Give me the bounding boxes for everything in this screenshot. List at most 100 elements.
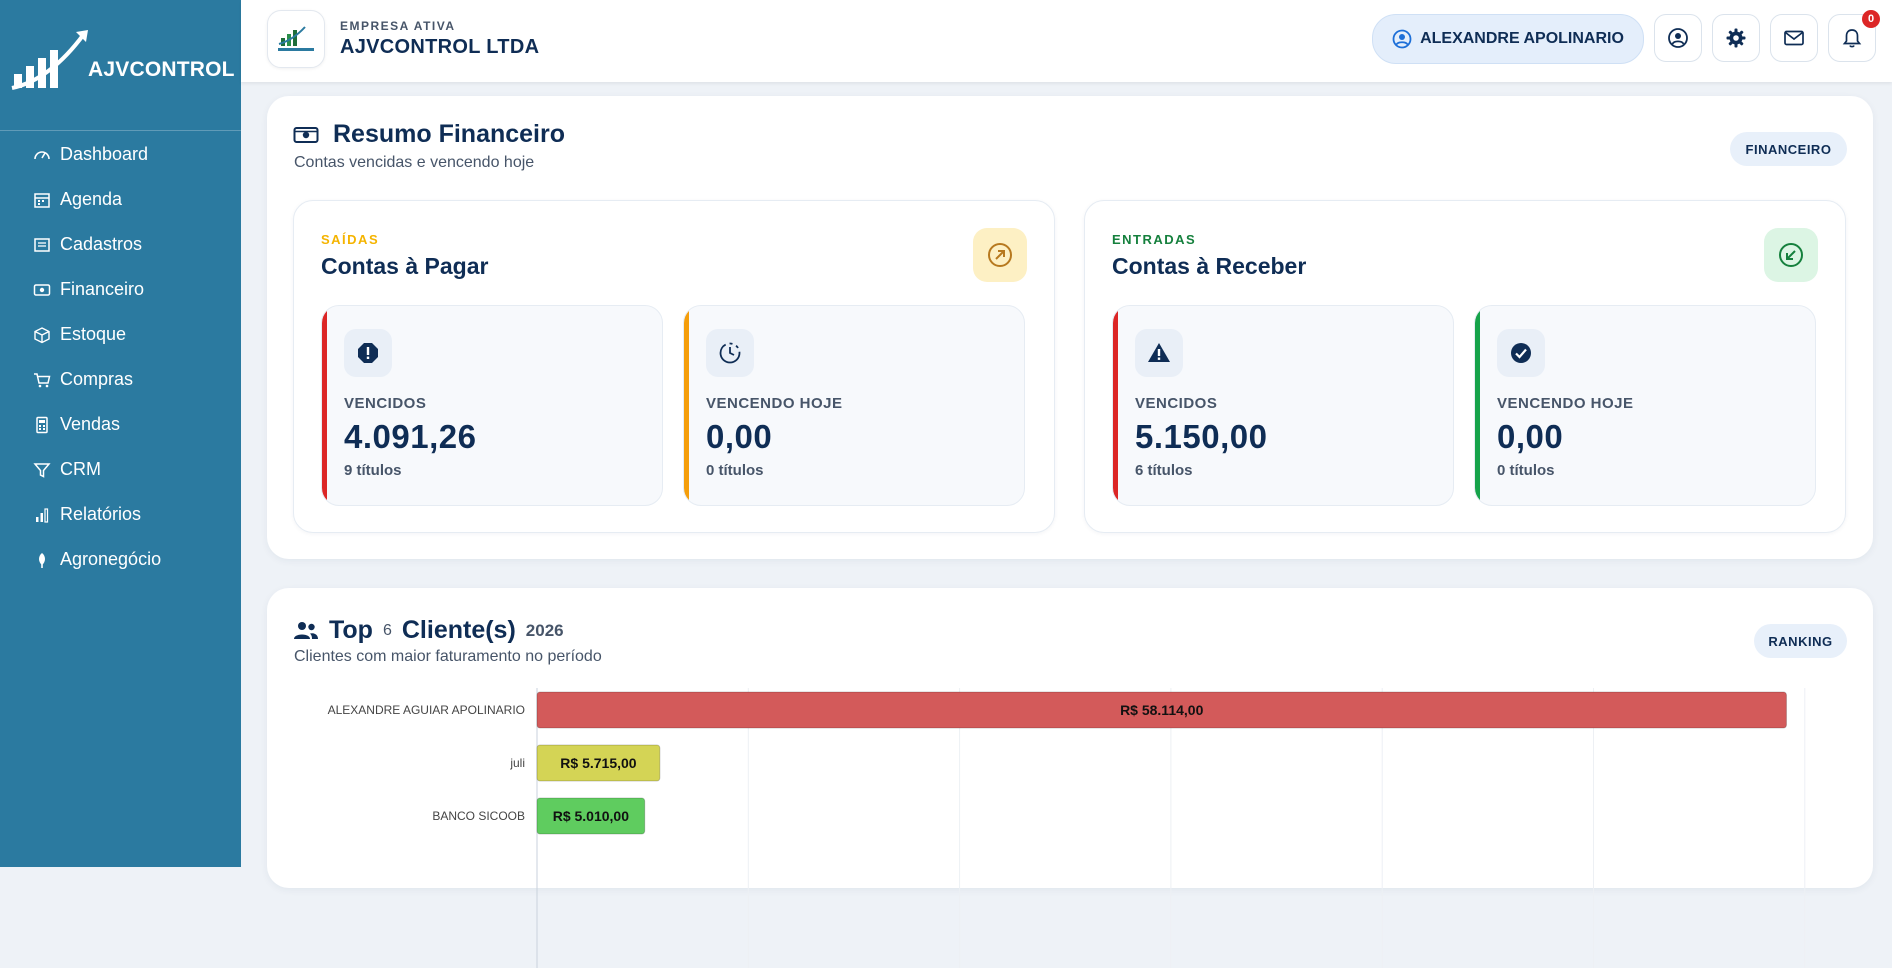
stat-value: 5.150,00 — [1135, 418, 1268, 455]
sidebar-item-financeiro[interactable]: Financeiro — [0, 267, 241, 312]
mail-icon — [1784, 30, 1804, 46]
payables-panel: SAÍDAS Contas à Pagar VENCIDOS 4.091,26 … — [293, 200, 1055, 533]
sidebar-item-label: Relatórios — [60, 504, 142, 524]
users-icon — [294, 621, 318, 639]
ranking-title-suffix: Cliente(s) — [401, 616, 516, 644]
stat-label: VENCENDO HOJE — [706, 395, 843, 412]
financial-title: Resumo Financeiro — [293, 120, 565, 149]
sidebar-item-dashboard[interactable]: Dashboard — [0, 132, 241, 177]
alert-octagon-icon — [358, 343, 378, 363]
user-circle-icon — [1392, 29, 1412, 49]
sidebar-item-agenda[interactable]: Agenda — [0, 177, 241, 222]
ranking-year: 2026 — [525, 620, 564, 640]
bar-chart-icon — [32, 506, 52, 524]
sidebar: AJVCONTROL Dashboard Agenda Cadastros Fi… — [0, 0, 241, 867]
chart-category-label: BANCO SICOOB — [432, 809, 525, 823]
check-circle-icon — [1511, 343, 1531, 363]
plant-icon — [32, 551, 52, 569]
brand-name: AJVCONTROL — [88, 58, 235, 81]
ranking-tag: RANKING — [1754, 624, 1847, 658]
top-clients-chart: ALEXANDRE AGUIAR APOLINARIO R$ 58.114,00 j… — [328, 688, 1806, 968]
sidebar-item-label: Agronegócio — [60, 549, 162, 569]
bell-icon — [1842, 29, 1862, 48]
messages-button[interactable] — [1770, 14, 1818, 62]
overdue-indicator — [1113, 306, 1118, 505]
clock-icon — [719, 342, 741, 364]
list-icon — [32, 236, 52, 254]
sidebar-item-label: Agenda — [60, 189, 123, 209]
overdue-icon-box — [1135, 329, 1183, 377]
company-name: AJVCONTROL LTDA — [340, 36, 540, 58]
due-today-indicator — [1475, 306, 1480, 505]
cart-icon — [32, 371, 52, 389]
sidebar-item-label: Vendas — [60, 414, 121, 434]
notifications-button[interactable]: 0 — [1828, 10, 1880, 62]
payables-title: Contas à Pagar — [321, 253, 489, 279]
company-logo-icon — [278, 26, 314, 51]
receivables-panel: ENTRADAS Contas à Receber VENCIDOS 5.150… — [1084, 200, 1846, 533]
stat-label: VENCIDOS — [1135, 395, 1218, 412]
overdue-indicator — [322, 306, 327, 505]
payables-due-today-stat[interactable]: VENCENDO HOJE 0,00 0 títulos — [683, 305, 1025, 506]
financial-tag: FINANCEIRO — [1730, 132, 1847, 166]
stat-value: 0,00 — [706, 418, 773, 455]
chart-category-label: ALEXANDRE AGUIAR APOLINARIO — [328, 703, 525, 717]
sidebar-item-label: Financeiro — [60, 279, 145, 299]
sidebar-item-estoque[interactable]: Estoque — [0, 312, 241, 357]
stat-count: 6 títulos — [1135, 462, 1193, 479]
sidebar-logo[interactable]: AJVCONTROL — [0, 0, 241, 131]
financial-summary-card: Resumo Financeiro Contas vencidas e venc… — [267, 96, 1873, 559]
sidebar-item-label: Compras — [60, 369, 134, 389]
brand-logo-icon — [11, 30, 88, 90]
payables-overdue-stat[interactable]: VENCIDOS 4.091,26 9 títulos — [321, 305, 663, 506]
due-today-icon-box — [1497, 329, 1545, 377]
receivables-overdue-stat[interactable]: VENCIDOS 5.150,00 6 títulos — [1112, 305, 1454, 506]
chart-value-label: R$ 5.715,00 — [560, 755, 636, 771]
sidebar-item-vendas[interactable]: Vendas — [0, 402, 241, 447]
stat-count: 0 títulos — [1497, 462, 1555, 479]
payables-icon-box — [973, 228, 1027, 282]
sidebar-item-crm[interactable]: CRM — [0, 447, 241, 492]
stat-count: 0 títulos — [706, 462, 764, 479]
receivables-icon-box — [1764, 228, 1818, 282]
financial-title-text: Resumo Financeiro — [333, 120, 565, 148]
user-name: ALEXANDRE APOLINARIO — [1420, 30, 1624, 47]
sidebar-nav: Dashboard Agenda Cadastros Financeiro Es… — [0, 132, 241, 582]
sidebar-item-relatorios[interactable]: Relatórios — [0, 492, 241, 537]
top-clients-card: Top 6 Cliente(s) 2026 Clientes com maior… — [267, 588, 1873, 968]
notification-badge: 0 — [1862, 10, 1880, 28]
calendar-icon — [32, 191, 52, 209]
gauge-icon — [32, 146, 52, 164]
chart-value-label: R$ 58.114,00 — [1120, 702, 1204, 718]
ranking-subtitle: Clientes com maior faturamento no períod… — [294, 648, 602, 665]
sidebar-item-compras[interactable]: Compras — [0, 357, 241, 402]
receivables-due-today-stat[interactable]: VENCENDO HOJE 0,00 0 títulos — [1474, 305, 1816, 506]
arrow-down-left-icon — [1779, 243, 1803, 267]
sidebar-item-cadastros[interactable]: Cadastros — [0, 222, 241, 267]
user-icon — [1668, 28, 1688, 48]
sidebar-item-label: Cadastros — [60, 234, 143, 254]
stat-value: 4.091,26 — [344, 418, 477, 455]
topbar: EMPRESA ATIVA AJVCONTROL LTDA ALEXANDRE … — [241, 0, 1892, 82]
stat-label: VENCIDOS — [344, 395, 427, 412]
profile-button[interactable] — [1654, 14, 1702, 62]
sidebar-item-label: Dashboard — [60, 144, 149, 164]
user-menu-button[interactable]: ALEXANDRE APOLINARIO — [1372, 14, 1644, 64]
company-logo[interactable] — [267, 10, 325, 68]
money-icon — [293, 126, 319, 143]
ranking-title-prefix: Top — [329, 616, 373, 644]
sidebar-item-agronegocio[interactable]: Agronegócio — [0, 537, 241, 582]
calculator-icon — [32, 416, 52, 434]
stat-count: 9 títulos — [344, 462, 402, 479]
chart-value-label: R$ 5.010,00 — [553, 808, 629, 824]
due-today-icon-box — [706, 329, 754, 377]
ranking-count: 6 — [382, 621, 392, 639]
arrow-up-right-icon — [988, 243, 1012, 267]
financial-subtitle: Contas vencidas e vencendo hoje — [294, 154, 535, 171]
ranking-title: Top 6 Cliente(s) 2026 — [293, 616, 564, 645]
payables-kicker: SAÍDAS — [321, 232, 380, 247]
settings-button[interactable] — [1712, 14, 1760, 62]
receivables-title: Contas à Receber — [1112, 253, 1307, 279]
stat-label: VENCENDO HOJE — [1497, 395, 1634, 412]
warning-triangle-icon — [1148, 343, 1170, 362]
